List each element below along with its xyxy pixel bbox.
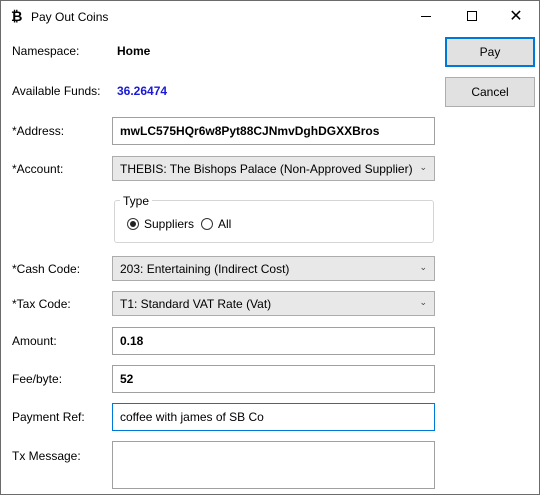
address-field[interactable]: mwLC575HQr6w8Pyt88CJNmvDghDGXXBros xyxy=(112,117,435,145)
chevron-down-icon: ⌄ xyxy=(419,162,427,172)
maximize-icon xyxy=(467,11,477,21)
chevron-down-icon: ⌄ xyxy=(419,262,427,272)
amount-label: Amount: xyxy=(12,334,57,348)
payment-ref-field[interactable]: coffee with james of SB Co xyxy=(112,403,435,431)
cash-code-label: *Cash Code: xyxy=(12,262,81,276)
payment-ref-label: Payment Ref: xyxy=(12,410,85,424)
tax-code-label: *Tax Code: xyxy=(12,297,71,311)
fee-label: Fee/byte: xyxy=(12,372,63,386)
radio-suppliers-circle[interactable] xyxy=(127,218,139,230)
tax-code-selected-value: T1: Standard VAT Rate (Vat) xyxy=(120,297,272,311)
tax-code-select[interactable]: T1: Standard VAT Rate (Vat) ⌄ xyxy=(112,291,435,316)
account-select[interactable]: THEBIS: The Bishops Palace (Non-Approved… xyxy=(112,156,435,181)
radio-all-circle[interactable] xyxy=(201,218,213,230)
amount-field[interactable]: 0.18 xyxy=(112,327,435,355)
account-label: *Account: xyxy=(12,162,64,176)
close-button[interactable]: ✕ xyxy=(493,1,539,31)
namespace-value: Home xyxy=(117,44,151,58)
account-selected-value: THEBIS: The Bishops Palace (Non-Approved… xyxy=(120,162,413,176)
cancel-button[interactable]: Cancel xyxy=(445,77,535,107)
minimize-button[interactable] xyxy=(403,1,449,31)
cash-code-selected-value: 203: Entertaining (Indirect Cost) xyxy=(120,262,290,276)
radio-all-label: All xyxy=(218,217,232,231)
radio-suppliers-label: Suppliers xyxy=(144,217,195,231)
available-funds-value: 36.26474 xyxy=(117,84,168,98)
fee-field[interactable]: 52 xyxy=(112,365,435,393)
pay-button[interactable]: Pay xyxy=(445,37,535,67)
window-title: Pay Out Coins xyxy=(31,10,109,24)
close-icon: ✕ xyxy=(509,8,523,25)
address-label: *Address: xyxy=(12,124,65,138)
minimize-icon xyxy=(421,15,431,17)
available-funds-label: Available Funds: xyxy=(12,84,101,98)
namespace-label: Namespace: xyxy=(12,44,80,58)
maximize-button[interactable] xyxy=(449,1,495,31)
pay-out-coins-window: ₿ Pay Out Coins ✕ Namespace: Home Availa… xyxy=(0,0,540,495)
tx-message-label: Tx Message: xyxy=(12,449,81,463)
title-bar[interactable]: ₿ Pay Out Coins ✕ xyxy=(1,1,539,31)
cash-code-select[interactable]: 203: Entertaining (Indirect Cost) ⌄ xyxy=(112,256,435,281)
radio-suppliers[interactable]: Suppliers xyxy=(127,217,194,231)
radio-all[interactable]: All xyxy=(201,217,231,231)
bitcoin-icon: ₿ xyxy=(11,8,23,24)
type-group-legend: Type xyxy=(120,194,153,208)
chevron-down-icon: ⌄ xyxy=(419,297,427,307)
tx-message-field[interactable] xyxy=(112,441,435,489)
